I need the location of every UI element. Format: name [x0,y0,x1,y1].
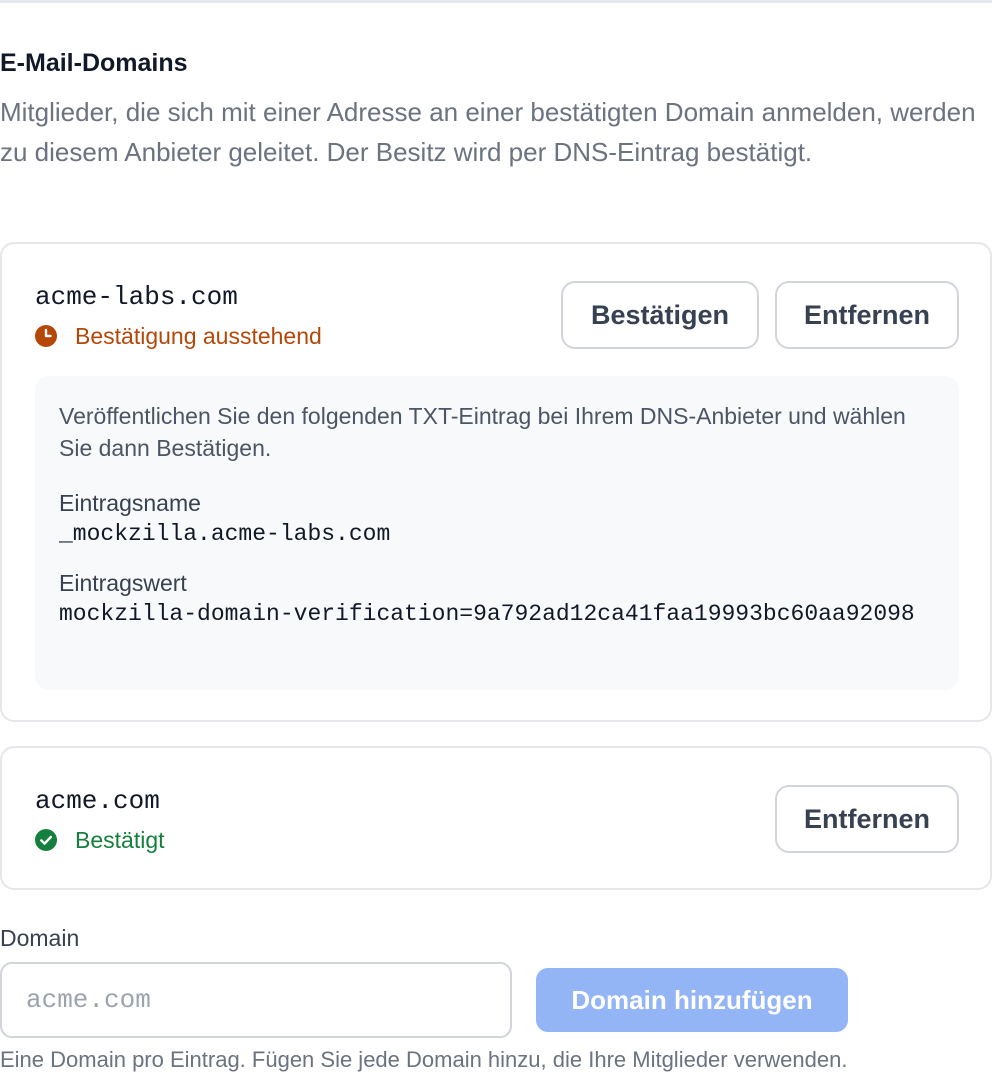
section-title: E-Mail-Domains [0,49,188,77]
section-description: Mitglieder, die sich mit einer Adresse a… [0,97,976,167]
add-domain-button[interactable]: Domain hinzufügen [536,968,848,1032]
domain-name: acme.com [35,786,160,816]
domain-name: acme-labs.com [35,282,238,312]
verify-button[interactable]: Bestätigen [561,281,759,349]
domain-card-pending: acme-labs.com Bestätigung ausstehend Bes… [0,242,992,722]
status-badge-verified: Bestätigt [35,826,165,854]
domain-field-label: Domain [0,925,80,951]
helper-text: Eine Domain pro Eintrag. Fügen Sie jede … [0,1047,848,1072]
check-circle-icon [35,829,57,851]
instructions-text: Veröffentlichen Sie den folgenden TXT-Ei… [59,403,906,461]
remove-button[interactable]: Entfernen [775,785,959,853]
status-badge-pending: Bestätigung ausstehend [35,322,322,350]
domain-card-verified: acme.com Bestätigt Entfernen [0,746,992,890]
dns-instructions-panel: Veröffentlichen Sie den folgenden TXT-Ei… [35,376,959,690]
record-value-label: Eintragswert [59,570,187,596]
top-divider [0,0,992,3]
remove-button[interactable]: Entfernen [775,281,959,349]
record-name-label: Eintragsname [59,490,201,516]
clock-icon [35,325,57,347]
record-value-value: mockzilla-domain-verification=9a792ad12c… [59,601,915,627]
status-text: Bestätigung ausstehend [75,323,322,349]
status-text: Bestätigt [75,827,165,853]
domain-input[interactable] [0,962,512,1038]
record-name-value: _mockzilla.acme-labs.com [59,521,391,547]
